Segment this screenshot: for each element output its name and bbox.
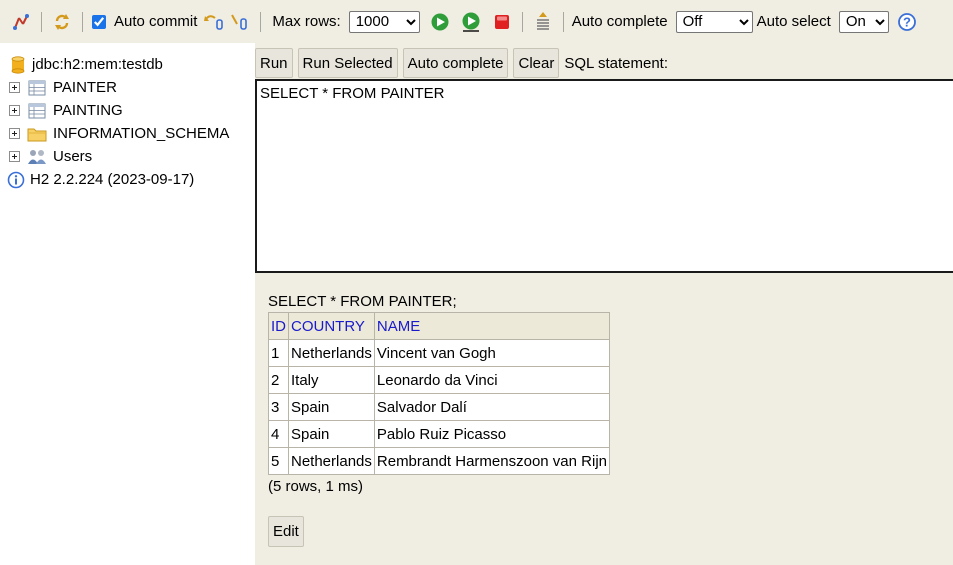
edit-button[interactable]: Edit bbox=[268, 516, 304, 547]
tree-item-painting[interactable]: PAINTING bbox=[0, 99, 250, 122]
toolbar-separator bbox=[41, 11, 42, 32]
toolbar-separator bbox=[260, 11, 262, 32]
run-selected-button[interactable]: Run Selected bbox=[297, 48, 398, 78]
history-icon[interactable] bbox=[531, 10, 555, 34]
tree-item-painter[interactable]: PAINTER bbox=[0, 76, 250, 99]
table-cell: 1 bbox=[268, 339, 289, 367]
auto-complete-select[interactable]: Off bbox=[675, 10, 753, 33]
editor-button-bar: Run Run Selected Auto complete Clear SQL… bbox=[255, 48, 668, 78]
column-header-id[interactable]: ID bbox=[268, 312, 289, 340]
result-query-text: SELECT * FROM PAINTER; bbox=[268, 293, 457, 310]
table-cell: Italy bbox=[288, 366, 375, 394]
column-header-country[interactable]: COUNTRY bbox=[288, 312, 375, 340]
table-cell: Netherlands bbox=[288, 447, 375, 475]
expand-icon[interactable] bbox=[9, 82, 20, 93]
table-cell: 4 bbox=[268, 420, 289, 448]
users-icon bbox=[27, 148, 47, 166]
help-icon[interactable]: ? bbox=[895, 10, 919, 34]
toolbar-separator bbox=[562, 11, 564, 32]
table-row: 4 Spain Pablo Ruiz Picasso bbox=[268, 420, 611, 448]
run-selected-icon[interactable] bbox=[459, 10, 483, 34]
table-cell: Rembrandt Harmenszoon van Rijn bbox=[373, 447, 611, 475]
table-cell: 2 bbox=[268, 366, 289, 394]
max-rows-select[interactable]: 1000 bbox=[348, 10, 420, 33]
tree-item-label: PAINTER bbox=[53, 79, 117, 96]
expand-icon[interactable] bbox=[9, 151, 20, 162]
database-icon bbox=[8, 55, 28, 74]
clear-button[interactable]: Clear bbox=[513, 48, 560, 78]
max-rows-label: Max rows: bbox=[272, 13, 341, 30]
refresh-icon[interactable] bbox=[50, 10, 74, 34]
sql-input[interactable]: SELECT * FROM PAINTER bbox=[255, 79, 953, 273]
table-header-row: ID COUNTRY NAME bbox=[268, 312, 611, 340]
run-icon[interactable] bbox=[428, 10, 452, 34]
result-table: ID COUNTRY NAME 1 Netherlands Vincent va… bbox=[268, 312, 611, 475]
expand-icon[interactable] bbox=[9, 128, 20, 139]
toolbar: Auto commit Max rows: 1000 Auto complete… bbox=[0, 0, 953, 43]
auto-select-label: Auto select bbox=[756, 13, 831, 30]
table-cell: Leonardo da Vinci bbox=[373, 366, 611, 394]
tree-item-users[interactable]: Users bbox=[0, 145, 250, 168]
tree-item-label: PAINTING bbox=[53, 102, 123, 119]
commit-icon[interactable] bbox=[228, 10, 252, 34]
toolbar-separator bbox=[521, 11, 523, 32]
cancel-icon[interactable] bbox=[490, 10, 514, 34]
svg-text:?: ? bbox=[903, 14, 911, 29]
disconnect-icon[interactable] bbox=[9, 10, 33, 34]
tree-item-information-schema[interactable]: INFORMATION_SCHEMA bbox=[0, 122, 250, 145]
table-cell: 5 bbox=[268, 447, 289, 475]
auto-complete-label: Auto complete bbox=[571, 13, 668, 30]
table-cell: Pablo Ruiz Picasso bbox=[373, 420, 611, 448]
table-row: 5 Netherlands Rembrandt Harmenszoon van … bbox=[268, 447, 611, 475]
table-row: 2 Italy Leonardo da Vinci bbox=[268, 366, 611, 394]
sql-statement-label: SQL statement: bbox=[564, 54, 669, 72]
table-icon bbox=[27, 79, 47, 97]
tree-version: H2 2.2.224 (2023-09-17) bbox=[0, 168, 250, 191]
table-cell: Netherlands bbox=[288, 339, 375, 367]
auto-commit-label: Auto commit bbox=[114, 13, 198, 30]
table-cell: Spain bbox=[288, 393, 375, 421]
table-row: 3 Spain Salvador Dalí bbox=[268, 393, 611, 421]
table-cell: Salvador Dalí bbox=[373, 393, 611, 421]
expand-icon[interactable] bbox=[9, 105, 20, 116]
table-cell: Spain bbox=[288, 420, 375, 448]
tree-item-label: INFORMATION_SCHEMA bbox=[53, 125, 230, 142]
tree-item-label: Users bbox=[53, 148, 93, 165]
column-header-name[interactable]: NAME bbox=[373, 312, 611, 340]
folder-icon bbox=[27, 125, 47, 143]
result-summary: (5 rows, 1 ms) bbox=[268, 478, 364, 495]
tree-connection[interactable]: jdbc:h2:mem:testdb bbox=[0, 53, 250, 76]
table-cell: 3 bbox=[268, 393, 289, 421]
sql-editor-area: Run Run Selected Auto complete Clear SQL… bbox=[255, 43, 953, 278]
auto-commit-checkbox[interactable] bbox=[92, 14, 106, 29]
auto-complete-button[interactable]: Auto complete bbox=[402, 48, 509, 78]
table-cell: Vincent van Gogh bbox=[373, 339, 611, 367]
object-tree: jdbc:h2:mem:testdb PAINTER PAINTING INFO… bbox=[0, 43, 250, 565]
connection-label: jdbc:h2:mem:testdb bbox=[32, 56, 163, 73]
rollback-icon[interactable] bbox=[202, 10, 226, 34]
auto-select-select[interactable]: On bbox=[838, 10, 889, 33]
run-button[interactable]: Run bbox=[255, 48, 293, 78]
table-icon bbox=[27, 102, 47, 120]
toolbar-separator bbox=[82, 11, 83, 32]
table-row: 1 Netherlands Vincent van Gogh bbox=[268, 339, 611, 367]
version-label: H2 2.2.224 (2023-09-17) bbox=[30, 171, 195, 188]
result-area: SELECT * FROM PAINTER; ID COUNTRY NAME 1… bbox=[255, 278, 953, 565]
info-icon bbox=[6, 171, 26, 189]
